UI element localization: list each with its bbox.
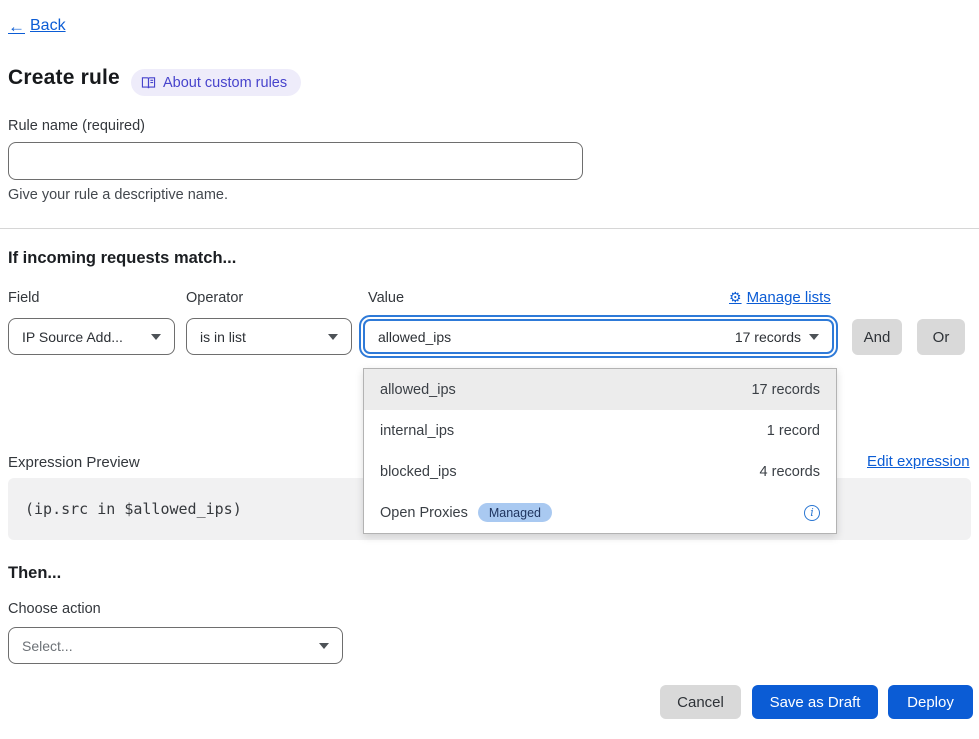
list-item-internal-ips[interactable]: internal_ips 1 record: [364, 410, 836, 451]
edit-expression-link[interactable]: Edit expression: [867, 453, 970, 470]
chevron-down-icon: [319, 643, 329, 649]
list-item-count: 17 records: [751, 382, 820, 398]
value-dropdown-listbox: allowed_ips 17 records internal_ips 1 re…: [363, 368, 837, 534]
chevron-down-icon: [151, 334, 161, 340]
match-section-heading: If incoming requests match...: [8, 249, 236, 268]
value-select-value: allowed_ips: [378, 329, 451, 345]
list-item-blocked-ips[interactable]: blocked_ips 4 records: [364, 451, 836, 492]
arrow-left-icon: ←: [8, 18, 25, 35]
book-icon: [141, 76, 156, 90]
or-button[interactable]: Or: [917, 319, 965, 355]
gear-icon: ⚙: [729, 289, 742, 306]
list-item-count: 4 records: [760, 464, 820, 480]
managed-badge: Managed: [478, 503, 552, 522]
rule-name-input[interactable]: [8, 142, 583, 180]
operator-select-value: is in list: [200, 329, 246, 345]
back-link-label: Back: [30, 17, 66, 35]
operator-select[interactable]: is in list: [186, 318, 352, 355]
list-item-name: blocked_ips: [380, 464, 457, 480]
expression-code: (ip.src in $allowed_ips): [25, 500, 242, 518]
manage-lists-link[interactable]: ⚙ Manage lists: [729, 289, 831, 306]
rule-name-helper: Give your rule a descriptive name.: [8, 187, 228, 203]
chevron-down-icon: [809, 334, 819, 340]
value-label: Value: [368, 290, 404, 306]
value-select[interactable]: allowed_ips 17 records: [363, 319, 834, 354]
info-icon[interactable]: i: [804, 505, 820, 521]
back-link[interactable]: ← Back: [8, 17, 66, 35]
deploy-button[interactable]: Deploy: [888, 685, 973, 719]
save-as-draft-button[interactable]: Save as Draft: [752, 685, 878, 719]
create-rule-page: ← Back Create rule About custom rules Rul…: [0, 0, 979, 739]
about-custom-rules-link[interactable]: About custom rules: [131, 69, 301, 96]
rule-name-label: Rule name (required): [8, 118, 145, 134]
value-select-count: 17 records: [735, 329, 801, 345]
list-item-allowed-ips[interactable]: allowed_ips 17 records: [364, 369, 836, 410]
page-title: Create rule: [8, 66, 120, 90]
list-item-count: 1 record: [767, 423, 820, 439]
section-divider: [0, 228, 979, 229]
operator-label: Operator: [186, 290, 243, 306]
then-section-heading: Then...: [8, 564, 61, 583]
action-select-placeholder: Select...: [22, 638, 73, 654]
expression-preview-label: Expression Preview: [8, 454, 140, 471]
list-item-open-proxies[interactable]: Open Proxies Managed i: [364, 492, 836, 533]
field-select[interactable]: IP Source Add...: [8, 318, 175, 355]
field-select-value: IP Source Add...: [22, 329, 123, 345]
field-label: Field: [8, 290, 39, 306]
about-custom-rules-label: About custom rules: [163, 75, 287, 91]
list-item-name: internal_ips: [380, 423, 454, 439]
action-select[interactable]: Select...: [8, 627, 343, 664]
chevron-down-icon: [328, 334, 338, 340]
list-item-name: allowed_ips: [380, 382, 456, 398]
and-button[interactable]: And: [852, 319, 902, 355]
cancel-button[interactable]: Cancel: [660, 685, 741, 719]
choose-action-label: Choose action: [8, 601, 101, 617]
list-item-name: Open Proxies: [380, 505, 468, 521]
manage-lists-label: Manage lists: [747, 289, 831, 306]
